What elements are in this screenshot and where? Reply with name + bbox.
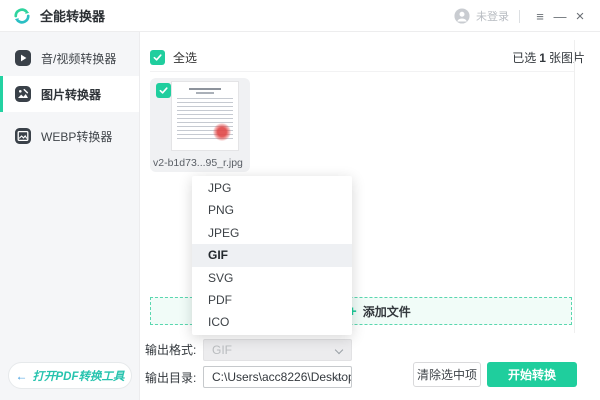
output-dir-label: 输出目录:: [145, 371, 197, 385]
dropdown-option-jpg[interactable]: JPG: [192, 177, 352, 199]
close-icon[interactable]: ×: [570, 0, 590, 32]
dropdown-option-ico[interactable]: ICO: [192, 311, 352, 333]
titlebar: 全能转换器 未登录 ≡ — ×: [0, 0, 600, 32]
dropdown-option-jpeg[interactable]: JPEG: [192, 222, 352, 244]
file-card[interactable]: v2-b1d73...95_r.jpg: [150, 78, 250, 172]
app-title: 全能转换器: [40, 9, 106, 24]
thumb-text-line: [196, 92, 214, 94]
selected-count-number: 1: [539, 50, 546, 65]
minimize-icon[interactable]: —: [550, 0, 570, 32]
red-stamp: [213, 123, 231, 141]
sidebar-item-audio-video-converter[interactable]: 音/视频转换器: [0, 40, 139, 76]
check-icon: [153, 53, 162, 61]
output-format-value: GIF: [212, 343, 232, 357]
scroll-area-border: [574, 40, 575, 333]
open-pdf-tool-label: 打开PDF转换工具: [32, 370, 125, 383]
sidebar-item-image-converter[interactable]: 图片转换器: [0, 76, 139, 112]
thumb-text-line: [188, 88, 222, 90]
sidebar-item-label: WEBP转换器: [41, 129, 113, 144]
selected-count-suffix: 张图片: [548, 50, 585, 65]
app-window: 全能转换器 未登录 ≡ — × 音/视频转换器 图片转换器 WEBP转换器 ← …: [0, 0, 600, 400]
dropdown-option-png[interactable]: PNG: [192, 199, 352, 221]
open-pdf-tool-button[interactable]: ← 打开PDF转换工具: [8, 362, 132, 389]
check-icon: [159, 87, 168, 94]
chevron-down-icon: [334, 345, 344, 355]
output-dir-select[interactable]: C:\Users\acc8226\Desktop: [203, 366, 352, 388]
sidebar: 音/视频转换器 图片转换器 WEBP转换器: [0, 32, 140, 400]
select-all-label: 全选: [173, 50, 198, 65]
user-avatar-icon[interactable]: [454, 8, 470, 24]
output-dir-value: C:\Users\acc8226\Desktop: [212, 370, 352, 384]
selected-count-prefix: 已选: [512, 50, 537, 65]
clear-selected-button[interactable]: 清除选中项: [413, 362, 481, 387]
select-all-bar: 全选 已选 1 张图片: [150, 44, 585, 70]
document-thumbnail: [171, 81, 239, 151]
add-file-label: 添加文件: [362, 304, 411, 319]
dropdown-option-pdf[interactable]: PDF: [192, 289, 352, 311]
output-format-select[interactable]: GIF: [203, 339, 352, 361]
webp-converter-icon: [15, 128, 31, 144]
login-status[interactable]: 未登录: [476, 8, 509, 24]
titlebar-right: 未登录 ≡ — ×: [454, 0, 590, 32]
dropdown-option-svg[interactable]: SVG: [192, 267, 352, 289]
sidebar-item-label: 音/视频转换器: [41, 51, 117, 66]
sidebar-item-webp-converter[interactable]: WEBP转换器: [0, 118, 139, 154]
menu-icon[interactable]: ≡: [530, 0, 550, 32]
divider: [150, 71, 574, 72]
audio-video-converter-icon: [15, 50, 31, 66]
start-convert-button[interactable]: 开始转换: [487, 362, 577, 387]
file-checkbox[interactable]: [156, 83, 171, 98]
dropdown-option-gif[interactable]: GIF: [192, 244, 352, 267]
titlebar-divider: [519, 9, 520, 23]
image-converter-icon: [15, 86, 31, 102]
add-file-content: + 添加文件: [348, 298, 411, 324]
app-logo-sync-icon: [14, 7, 30, 24]
output-format-label: 输出格式:: [145, 343, 197, 357]
sidebar-item-label: 图片转换器: [41, 87, 102, 102]
back-arrow-icon: ←: [15, 368, 28, 383]
file-name: v2-b1d73...95_r.jpg: [153, 157, 243, 169]
select-all-checkbox[interactable]: [150, 49, 165, 65]
format-dropdown: JPG PNG JPEG GIF SVG PDF ICO: [192, 176, 352, 335]
